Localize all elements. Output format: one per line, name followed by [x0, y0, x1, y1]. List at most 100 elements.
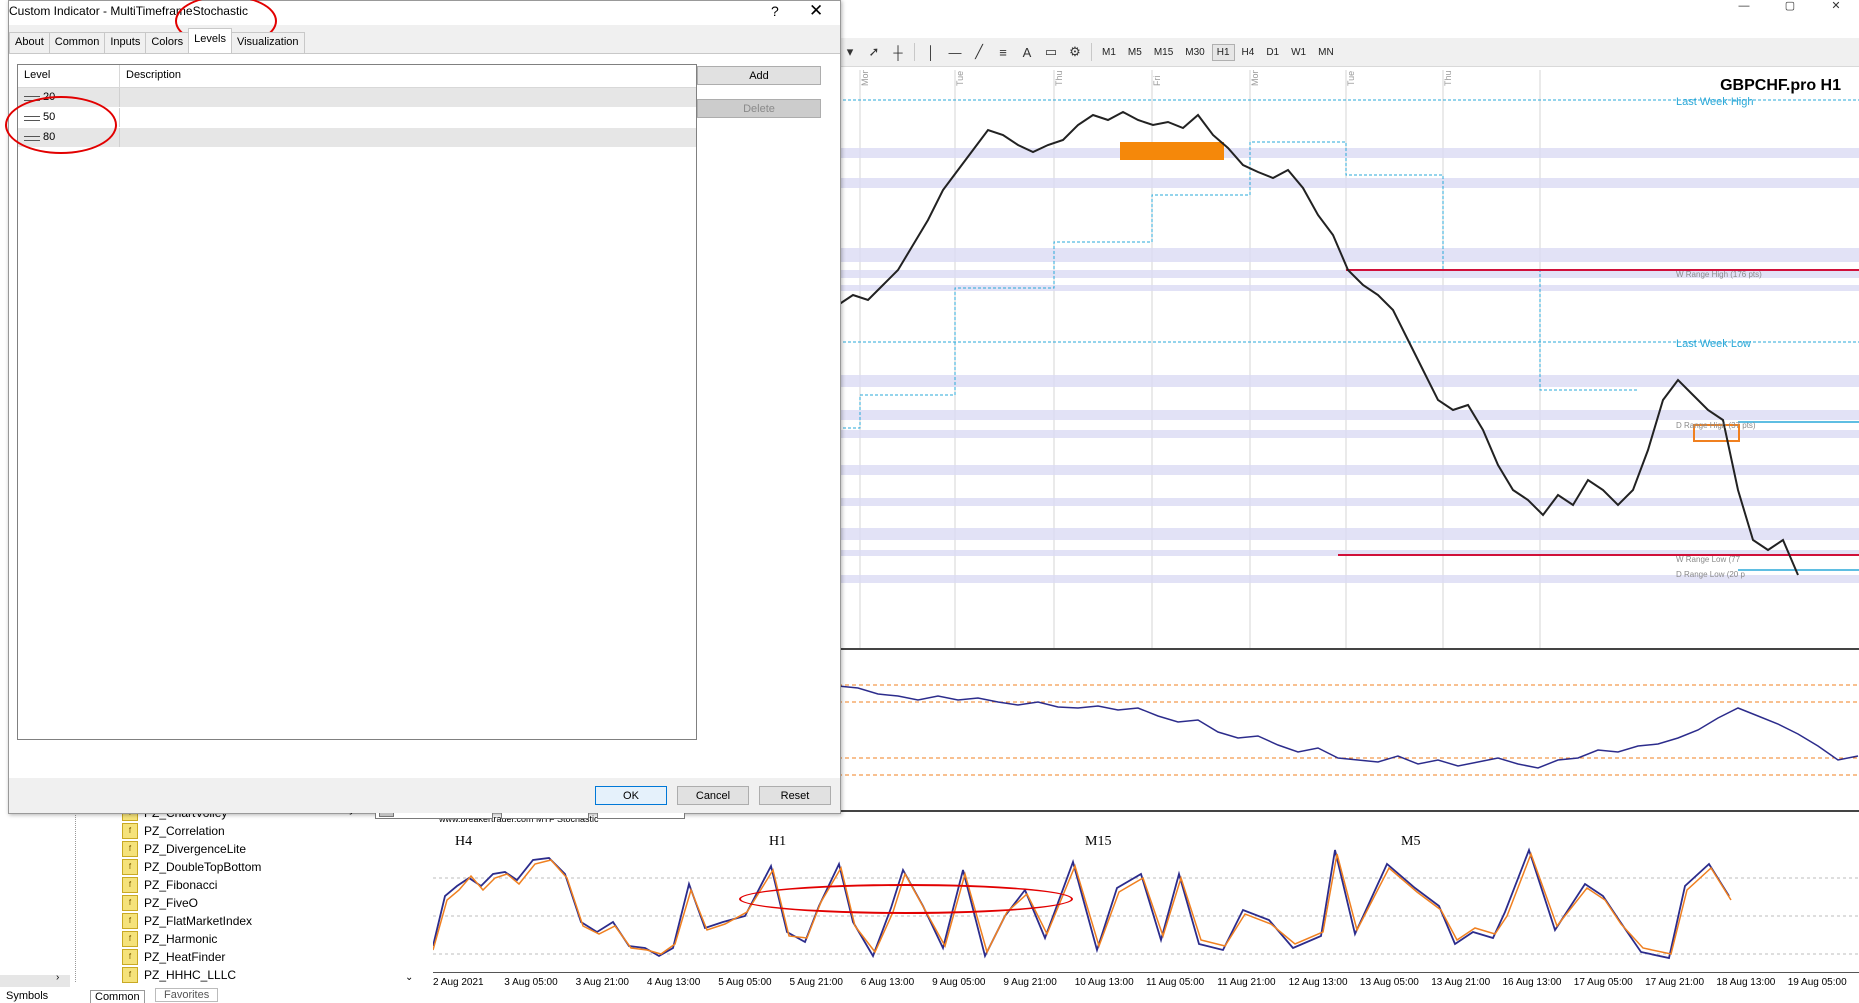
time-axis-label: 19 Aug 05:00	[1787, 977, 1847, 988]
level-row[interactable]: 50	[18, 108, 696, 128]
time-axis-label: 3 Aug 05:00	[504, 977, 558, 988]
symbol-label: GBPCHF.pro H1	[1720, 77, 1841, 94]
nav-tab-symbols[interactable]: Symbols	[6, 990, 48, 1002]
cancel-button[interactable]: Cancel	[677, 786, 749, 805]
mtf-stochastic-panel[interactable]: www.breakertrader.com MTF Stochastic H4 …	[433, 812, 1859, 996]
time-axis-label: 11 Aug 21:00	[1217, 977, 1276, 988]
weekday-label: Thu	[1443, 70, 1453, 86]
horizontal-scrollbar[interactable]	[0, 975, 70, 987]
cursor-icon[interactable]: ➚	[862, 42, 886, 62]
weekday-label: Mon	[1250, 70, 1260, 86]
indicator-icon: f	[122, 967, 138, 983]
stoch-label-m15: M15	[1085, 834, 1112, 849]
timeframe-mn[interactable]: MN	[1313, 44, 1339, 61]
tab-inputs[interactable]: Inputs	[104, 32, 147, 53]
time-axis-label: 2 Aug 2021	[433, 977, 484, 988]
description-cell[interactable]	[120, 128, 696, 147]
annotation-ellipse	[739, 884, 1073, 914]
indicator-list-item[interactable]: f PZ_FiveO	[122, 894, 198, 912]
shapes-icon[interactable]: ⚙	[1063, 42, 1087, 62]
level-row[interactable]: 20	[18, 88, 696, 108]
custom-indicator-dialog: Custom Indicator - MultiTimeframeStochas…	[5, 0, 841, 819]
indicator-name: PZ_DoubleTopBottom	[144, 860, 262, 874]
close-icon[interactable]: ✕	[1813, 0, 1859, 16]
indicator-subchart[interactable]	[837, 650, 1859, 812]
indicator-name: PZ_Correlation	[144, 824, 225, 838]
indicator-list-item[interactable]: f PZ_HeatFinder	[122, 948, 225, 966]
trendline-icon[interactable]: ╱	[967, 42, 991, 62]
scroll-down-icon[interactable]: ⌄	[405, 972, 413, 983]
time-axis-label: 13 Aug 21:00	[1431, 977, 1491, 988]
price-chart[interactable]: GBPCHF.pro H1 Last Week High Last Week L…	[837, 68, 1859, 650]
level-row[interactable]: 80	[18, 128, 696, 148]
col-header-description[interactable]: Description	[120, 65, 187, 87]
tab-about[interactable]: About	[9, 32, 50, 53]
price-chart-canvas: GBPCHF.pro H1 Last Week High Last Week L…	[837, 68, 1859, 648]
minimize-icon[interactable]: —	[1721, 0, 1767, 16]
stoch-label-m5: M5	[1401, 834, 1421, 849]
add-button[interactable]: Add	[697, 66, 821, 85]
indicator-icon: f	[122, 877, 138, 893]
text-icon[interactable]: A	[1015, 42, 1039, 62]
indicator-list-item[interactable]: f PZ_Fibonacci	[122, 876, 217, 894]
nav-tab-favorites[interactable]: Favorites	[155, 988, 219, 1002]
tab-colors[interactable]: Colors	[145, 32, 190, 53]
timeframe-m15[interactable]: M15	[1149, 44, 1178, 61]
indicator-list-item[interactable]: f PZ_FlatMarketIndex	[122, 912, 252, 930]
scroll-right-icon[interactable]: ›	[56, 972, 59, 983]
timeframe-h1[interactable]: H1	[1211, 43, 1235, 61]
timeframe-m1[interactable]: M1	[1097, 44, 1121, 61]
help-icon[interactable]: ?	[771, 3, 779, 19]
tab-visualization[interactable]: Visualization	[230, 32, 305, 53]
indicator-name: PZ_FlatMarketIndex	[144, 914, 253, 928]
horizontal-line-icon[interactable]: —	[943, 42, 967, 62]
indicator-list-item[interactable]: f PZ_Correlation	[122, 822, 225, 840]
indicator-icon: f	[122, 841, 138, 857]
last-week-low-label: Last Week Low	[1676, 338, 1751, 350]
weekday-label: Tue	[1346, 71, 1356, 86]
description-cell[interactable]	[120, 88, 696, 107]
w-range-low-label: W Range Low (77	[1676, 555, 1741, 564]
crosshair-icon[interactable]: ┼	[886, 42, 910, 62]
timeframe-h4[interactable]: H4	[1237, 44, 1260, 61]
reset-button[interactable]: Reset	[759, 786, 831, 805]
annotation-circle-levels	[5, 96, 117, 154]
indicator-list-item[interactable]: f PZ_Harmonic	[122, 930, 217, 948]
dropdown-icon[interactable]: ▾	[838, 42, 862, 62]
close-icon[interactable]: ✕	[809, 1, 823, 21]
channel-icon[interactable]: ≡	[991, 42, 1015, 62]
tab-common[interactable]: Common	[48, 32, 106, 53]
indicator-list-item[interactable]: f PZ_HHHC_LLLC	[122, 966, 236, 984]
levels-table-header: Level Description	[18, 65, 696, 88]
description-cell[interactable]	[120, 108, 696, 127]
maximize-icon[interactable]: ▢	[1767, 0, 1813, 16]
nav-tab-common[interactable]: Common	[90, 990, 145, 1003]
tab-levels[interactable]: Levels	[188, 28, 232, 53]
time-axis-label: 5 Aug 21:00	[789, 977, 843, 988]
time-axis-label: 10 Aug 13:00	[1074, 977, 1134, 988]
indicator-subchart-canvas	[837, 684, 1859, 776]
time-axis-label: 3 Aug 21:00	[575, 977, 629, 988]
time-axis-label: 13 Aug 05:00	[1359, 977, 1419, 988]
time-axis-label: 9 Aug 05:00	[932, 977, 986, 988]
weekday-label: Mon	[860, 70, 870, 86]
time-axis-label: 11 Aug 05:00	[1146, 977, 1205, 988]
timeframe-w1[interactable]: W1	[1286, 44, 1311, 61]
timeframe-m30[interactable]: M30	[1180, 44, 1209, 61]
indicator-name: PZ_Harmonic	[144, 932, 218, 946]
label-icon[interactable]: ▭	[1039, 42, 1063, 62]
timeframe-m5[interactable]: M5	[1123, 44, 1147, 61]
navigator-panel: fPZ_ChartVolleyfPZ_CorrelationfPZ_Diverg…	[0, 805, 433, 1003]
delete-button[interactable]: Delete	[697, 99, 821, 118]
vertical-line-icon[interactable]: │	[919, 42, 943, 62]
indicator-list-item[interactable]: f PZ_DivergenceLite	[122, 840, 246, 858]
weekday-label: Thu	[1054, 70, 1064, 86]
time-axis-label: 17 Aug 05:00	[1573, 977, 1633, 988]
ok-button[interactable]: OK	[595, 786, 667, 805]
dialog-footer: OK Cancel Reset	[9, 778, 840, 813]
time-axis-label: 16 Aug 13:00	[1502, 977, 1562, 988]
indicator-list-item[interactable]: f PZ_DoubleTopBottom	[122, 858, 261, 876]
levels-table[interactable]: Level Description 20 50 80	[17, 64, 697, 740]
col-header-level[interactable]: Level	[18, 65, 120, 87]
timeframe-d1[interactable]: D1	[1261, 44, 1284, 61]
